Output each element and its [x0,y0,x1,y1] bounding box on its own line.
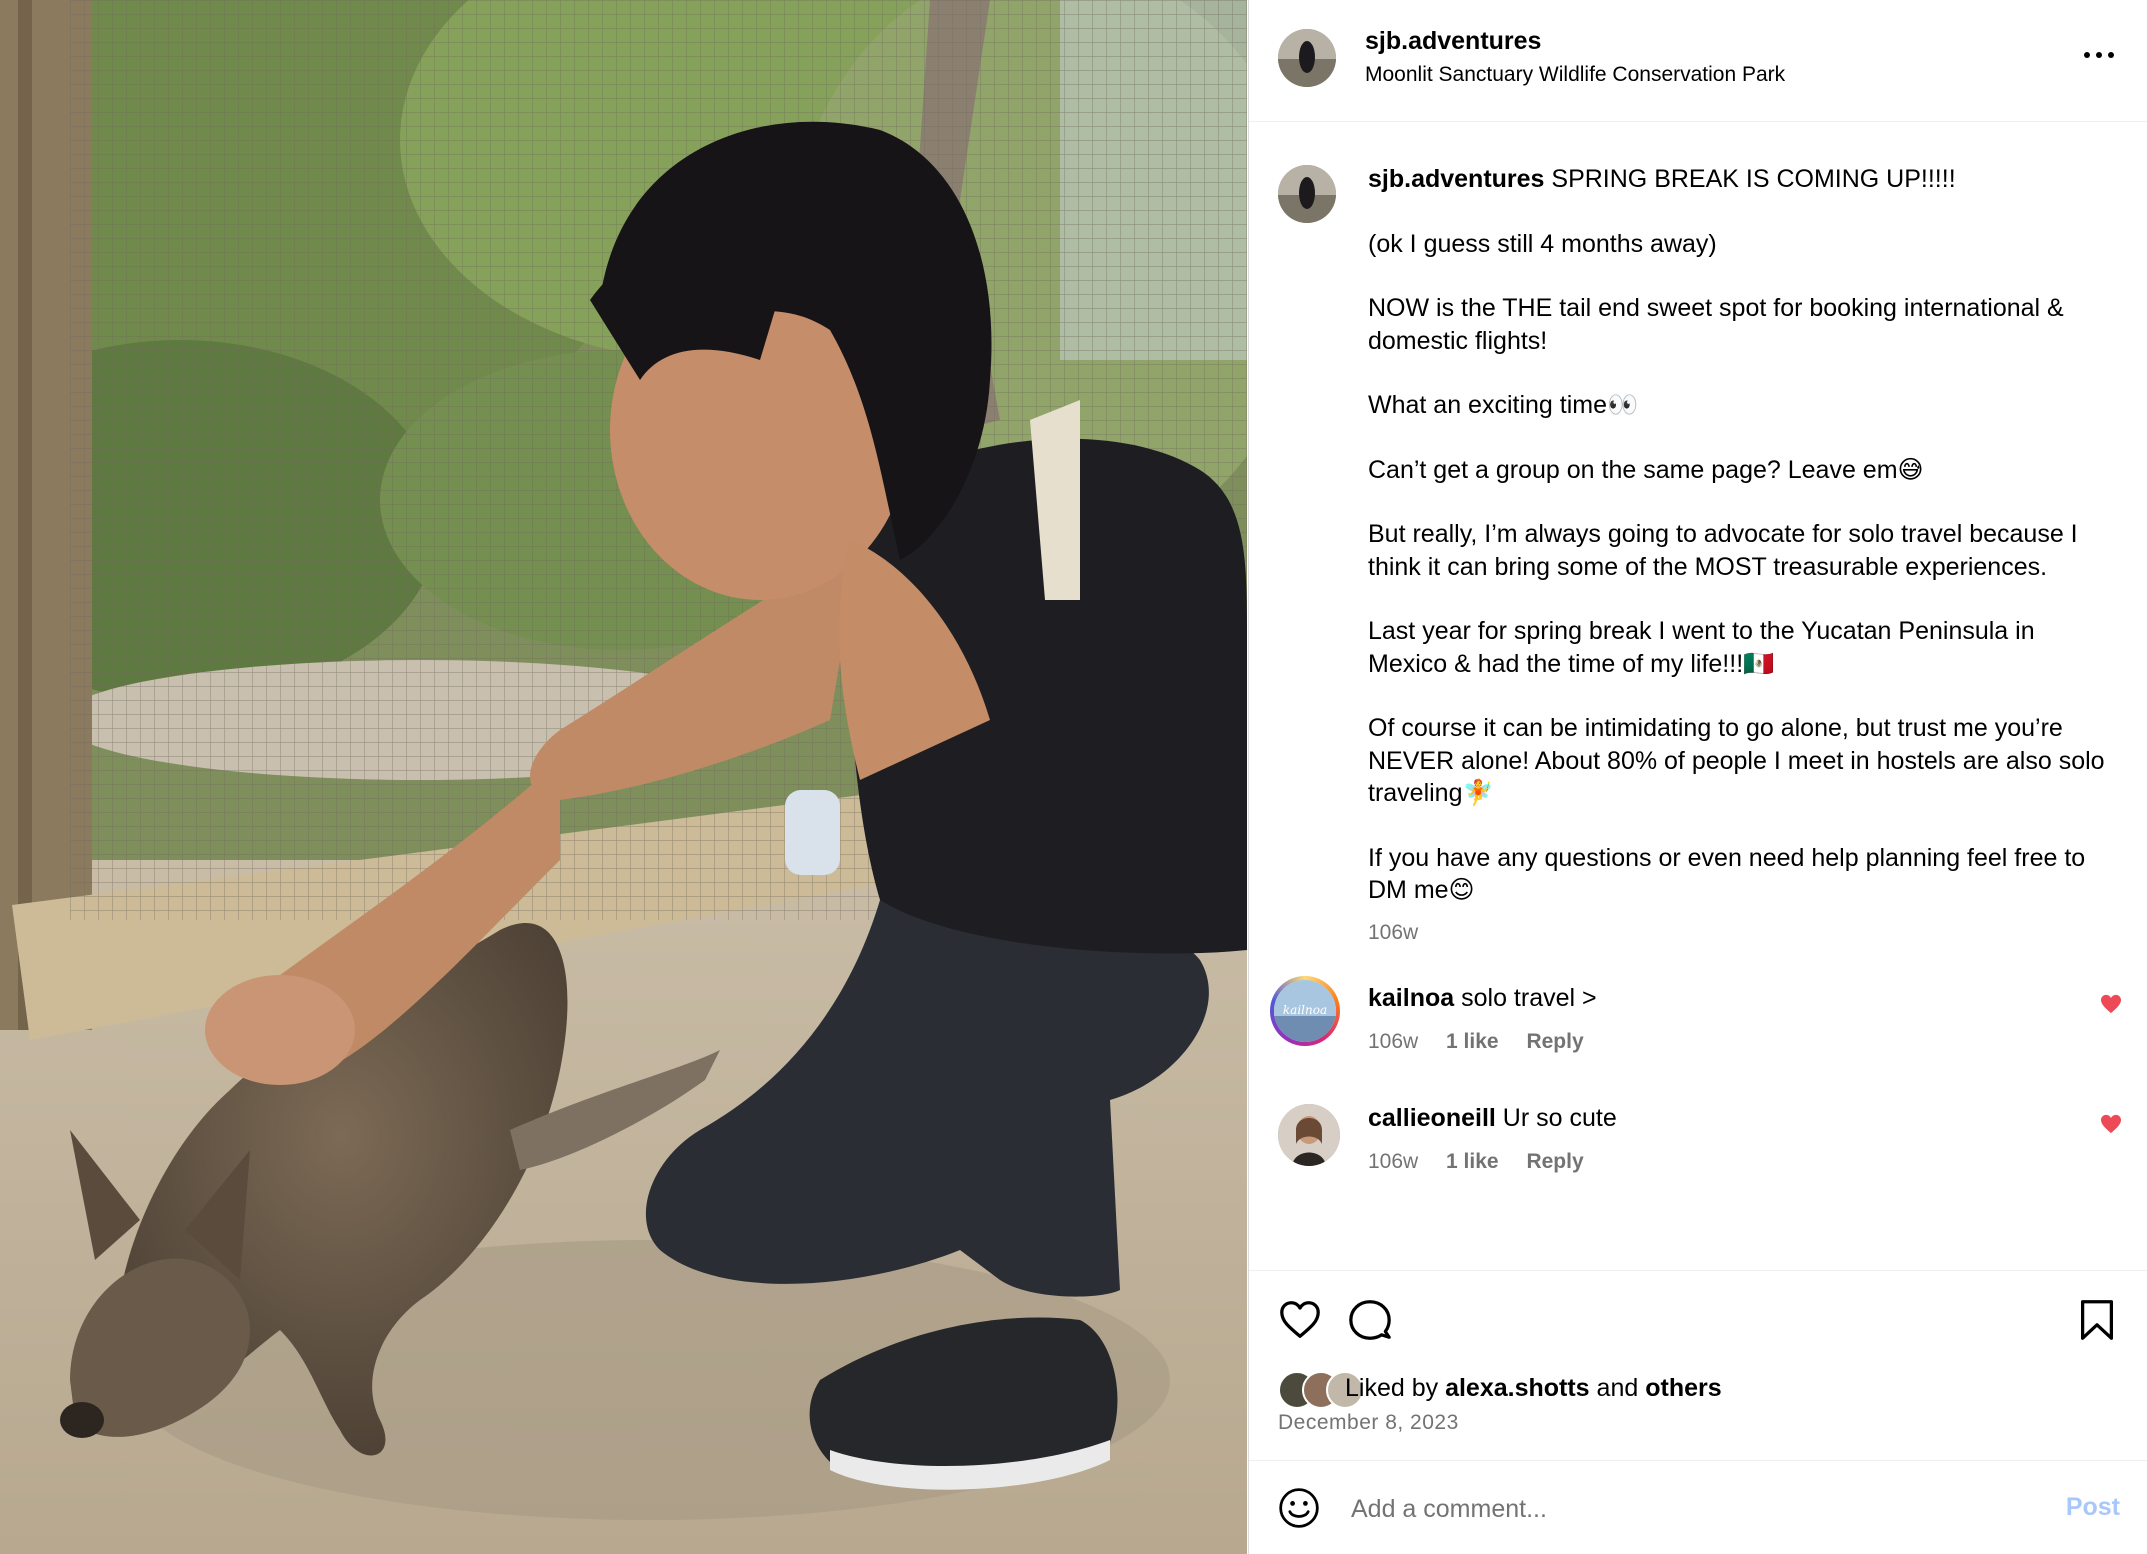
post-actions: Liked by alexa.shotts and others Decembe… [1249,1270,2147,1460]
reply-button[interactable]: Reply [1526,1030,1583,1053]
liked-by-text: Liked by alexa.shotts and others [1345,1374,1722,1403]
bookmark-icon[interactable] [2074,1297,2120,1343]
caption-line: (ok I guess still 4 months away) [1368,229,1717,258]
comment-meta: 106w 1 like Reply [1368,1030,1606,1054]
caption-username[interactable]: sjb.adventures [1368,165,1544,193]
comment-meta: 106w 1 like Reply [1368,1150,1606,1174]
liked-by-others-link[interactable]: others [1645,1374,1721,1402]
comment-time[interactable]: 106w [1368,1030,1418,1053]
commenter-username[interactable]: callieoneill [1368,1104,1496,1132]
caption-line: NOW is the THE tail end sweet spot for b… [1368,294,2064,355]
heart-icon[interactable] [2100,1114,2122,1134]
post-viewer: sjb.adventures Moonlit Sanctuary Wildlif… [0,0,2147,1554]
caption-line: Last year for spring break I went to the… [1368,617,2035,678]
post-button[interactable]: Post [2066,1493,2120,1522]
photo-woman-petting-wallaby [0,0,1247,1554]
comment-body: Ur so cute [1502,1104,1617,1132]
heart-icon[interactable] [1277,1297,1323,1343]
commenter-username[interactable]: kailnoa [1368,984,1454,1012]
svg-text:kailnoa: kailnoa [1283,1003,1327,1017]
comment-likes[interactable]: 1 like [1446,1030,1499,1053]
commenter-avatar[interactable]: kailnoa [1274,980,1336,1042]
post-header: sjb.adventures Moonlit Sanctuary Wildlif… [1249,0,2147,122]
caption-line: If you have any questions or even need h… [1368,843,2086,905]
comment-input[interactable] [1349,1483,1953,1535]
liked-by-and: and [1596,1374,1639,1402]
author-username[interactable]: sjb.adventures [1365,27,1541,56]
caption-line: What an exciting time👀 [1368,391,1639,419]
add-comment-bar: Post [1249,1460,2147,1554]
comment-time[interactable]: 106w [1368,1150,1418,1173]
caption-line: Of course it can be intimidating to go a… [1368,714,2105,807]
caption-timestamp[interactable]: 106w [1368,921,1418,945]
author-avatar[interactable] [1278,29,1336,87]
caption-line: But really, I’m always going to advocate… [1368,520,2078,581]
reply-button[interactable]: Reply [1526,1150,1583,1173]
comments-list[interactable]: sjb.adventures SPRING BREAK IS COMING UP… [1249,122,2147,1270]
liked-by-username[interactable]: alexa.shotts [1445,1374,1590,1402]
comment-body: solo travel > [1461,984,1597,1012]
post-sidebar: sjb.adventures Moonlit Sanctuary Wildlif… [1248,0,2147,1554]
comment-icon[interactable] [1347,1297,1393,1343]
caption-line: SPRING BREAK IS COMING UP!!!!! [1551,165,1956,193]
emoji-icon[interactable] [1277,1486,1321,1530]
comment-likes[interactable]: 1 like [1446,1150,1499,1173]
post-photo[interactable] [0,0,1247,1554]
post-caption: sjb.adventures SPRING BREAK IS COMING UP… [1368,163,2118,939]
post-location[interactable]: Moonlit Sanctuary Wildlife Conservation … [1365,63,1785,87]
comment-item: callieoneill Ur so cute 106w 1 like Repl… [1249,1104,2147,1214]
comment-text: kailnoa solo travel > [1368,984,1597,1013]
heart-icon[interactable] [2100,994,2122,1014]
comment-text: callieoneill Ur so cute [1368,1104,1617,1133]
commenter-avatar[interactable] [1278,1104,1340,1166]
more-horizontal-icon[interactable] [2082,45,2116,65]
post-date[interactable]: December 8, 2023 [1278,1411,1459,1435]
liked-by-prefix: Liked by [1345,1374,1439,1402]
caption-author-avatar[interactable] [1278,165,1336,223]
comment-item: kailnoa kailnoa solo travel > 106w 1 lik… [1249,976,2147,1094]
caption-line: Can’t get a group on the same page? Leav… [1368,455,1924,484]
